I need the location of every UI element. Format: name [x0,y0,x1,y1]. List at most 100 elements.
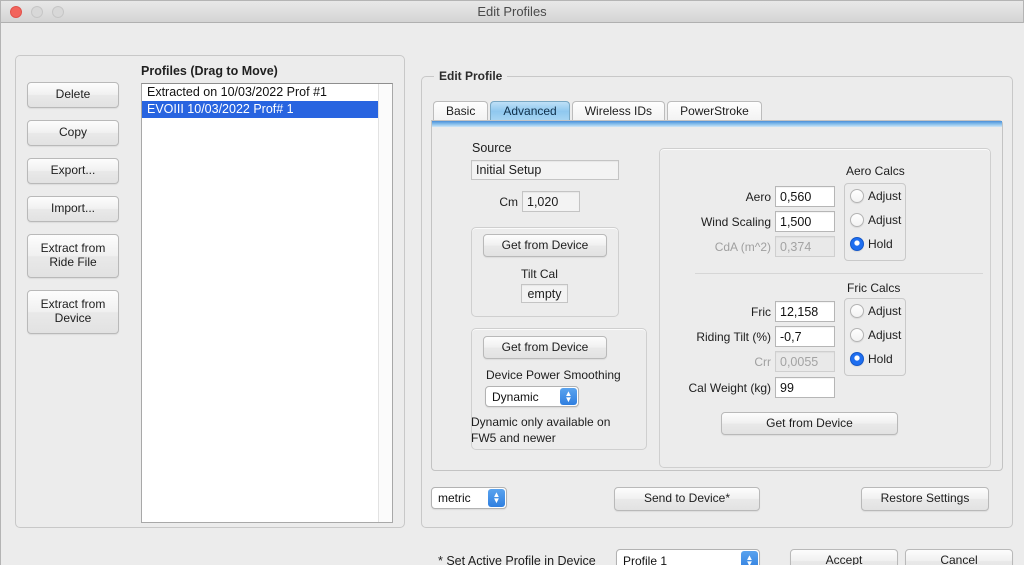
cal-weight-value-field[interactable]: 99 [775,377,835,398]
radio-icon [850,213,864,227]
fric-adjust-1-label: Adjust [868,304,902,318]
extract-from-device-button[interactable]: Extract from Device [27,290,119,334]
restore-settings-label: Restore Settings [880,491,970,506]
window-content: Delete Copy Export... Import... Extract … [1,23,1024,565]
aero-adjust-1-radio[interactable]: Adjust [845,184,905,208]
import-button-label: Import... [50,201,95,216]
tilt-cal-label: Tilt Cal [521,267,558,281]
crr-value-field: 0,0055 [775,351,835,372]
edit-profile-group-title: Edit Profile [434,69,508,83]
fric-value-field[interactable]: 12,158 [775,301,835,322]
aero-adjust-2-label: Adjust [868,213,902,227]
list-item[interactable]: Extracted on 10/03/2022 Prof #1 [142,84,392,101]
copy-button[interactable]: Copy [27,120,119,146]
copy-button-label: Copy [58,125,87,140]
profiles-list-scrollbar[interactable] [378,84,392,522]
import-button[interactable]: Import... [27,196,119,222]
chevron-updown-icon: ▲ ▼ [560,388,577,405]
send-to-device-button[interactable]: Send to Device* [614,487,760,511]
wind-scaling-value-field[interactable]: 1,500 [775,211,835,232]
fric-hold-label: Hold [868,352,893,366]
tab-wireless-ids[interactable]: Wireless IDs [571,101,666,121]
smoothing-note-line1: Dynamic only available on [471,415,611,429]
radio-selected-icon [850,352,864,366]
cancel-button[interactable]: Cancel [905,549,1013,565]
radio-icon [850,304,864,318]
tab-bar: Basic Advanced Wireless IDs PowerStroke [433,101,764,121]
window-titlebar: Edit Profiles [1,1,1023,23]
fric-hold-radio[interactable]: Hold [845,347,905,371]
aero-calcs-title: Aero Calcs [846,164,905,178]
tab-powerstroke-label: PowerStroke [680,104,749,118]
aero-label: Aero [745,190,771,204]
extract-from-device-label-line1: Extract from [40,297,106,312]
smoothing-get-from-device-label: Get from Device [501,339,589,354]
riding-tilt-value-field[interactable]: -0,7 [775,326,835,347]
cm-value-field[interactable]: 1,020 [522,191,580,212]
profiles-list-title: Profiles (Drag to Move) [141,64,278,78]
aero-adjust-2-radio[interactable]: Adjust [845,208,905,232]
tab-basic-label: Basic [446,104,476,118]
power-smoothing-select[interactable]: Dynamic ▲ ▼ [485,386,579,407]
tab-wireless-ids-label: Wireless IDs [584,104,653,118]
fric-adjust-1-radio[interactable]: Adjust [845,299,905,323]
cda-value-field: 0,374 [775,236,835,257]
edit-profiles-window: Edit Profiles Delete Copy Export... Impo… [0,0,1024,565]
extract-from-device-label-line2: Device [54,311,92,325]
tab-powerstroke[interactable]: PowerStroke [667,101,762,121]
active-profile-select-value: Profile 1 [623,553,668,565]
crr-label: Crr [754,355,771,369]
set-active-profile-label: * Set Active Profile in Device [438,554,596,565]
units-select[interactable]: metric ▲ ▼ [431,487,507,509]
tilt-get-from-device-button[interactable]: Get from Device [483,234,607,257]
smoothing-note-line2: FW5 and newer [471,431,556,445]
tilt-get-from-device-label: Get from Device [501,237,589,252]
wind-scaling-label: Wind Scaling [700,215,771,229]
cm-label: Cm [499,195,518,209]
active-profile-select[interactable]: Profile 1 ▲ ▼ [616,549,760,565]
tab-advanced-label: Advanced [503,104,557,118]
source-label: Source [472,141,512,155]
tab-basic[interactable]: Basic [433,101,489,121]
cal-weight-label: Cal Weight (kg) [688,381,771,395]
tab-panel-highlight-stripe [432,121,1002,127]
export-button-label: Export... [50,163,96,178]
extract-from-ride-file-button[interactable]: Extract from Ride File [27,234,119,278]
accept-button[interactable]: Accept [790,549,898,565]
chevron-updown-icon: ▲ ▼ [741,551,758,565]
fric-adjust-2-label: Adjust [868,328,902,342]
fric-get-from-device-button[interactable]: Get from Device [721,412,898,435]
source-value-field[interactable]: Initial Setup [471,160,619,180]
aero-adjust-1-label: Adjust [868,189,902,203]
aero-hold-radio[interactable]: Hold [845,232,905,256]
extract-from-ride-file-label-line1: Extract from [40,241,106,256]
profiles-list[interactable]: Extracted on 10/03/2022 Prof #1 EVOIII 1… [141,83,393,523]
tilt-cal-value-field: empty [521,284,568,303]
delete-button-label: Delete [55,87,91,102]
cancel-button-label: Cancel [940,553,978,565]
fric-calcs-radio-group: Adjust Adjust Hold [844,298,906,376]
send-to-device-label: Send to Device* [643,491,731,506]
device-power-smoothing-label: Device Power Smoothing [486,368,621,382]
calcs-divider [695,273,983,274]
list-item[interactable]: EVOIII 10/03/2022 Prof# 1 [142,101,392,118]
accept-button-label: Accept [825,553,863,565]
delete-button[interactable]: Delete [27,82,119,108]
fric-adjust-2-radio[interactable]: Adjust [845,323,905,347]
aero-value-field[interactable]: 0,560 [775,186,835,207]
export-button[interactable]: Export... [27,158,119,184]
riding-tilt-label: Riding Tilt (%) [696,330,771,344]
fric-label: Fric [751,305,771,319]
restore-settings-button[interactable]: Restore Settings [861,487,989,511]
smoothing-get-from-device-button[interactable]: Get from Device [483,336,607,359]
fric-get-from-device-label: Get from Device [766,415,853,430]
chevron-updown-icon: ▲ ▼ [488,489,505,507]
aero-hold-label: Hold [868,237,893,251]
extract-from-ride-file-label-line2: Ride File [49,255,97,269]
tab-advanced[interactable]: Advanced [490,101,570,121]
radio-icon [850,189,864,203]
cda-label: CdA (m^2) [714,240,771,254]
window-title: Edit Profiles [477,4,547,19]
power-smoothing-select-value: Dynamic [492,389,539,404]
radio-selected-icon [850,237,864,251]
